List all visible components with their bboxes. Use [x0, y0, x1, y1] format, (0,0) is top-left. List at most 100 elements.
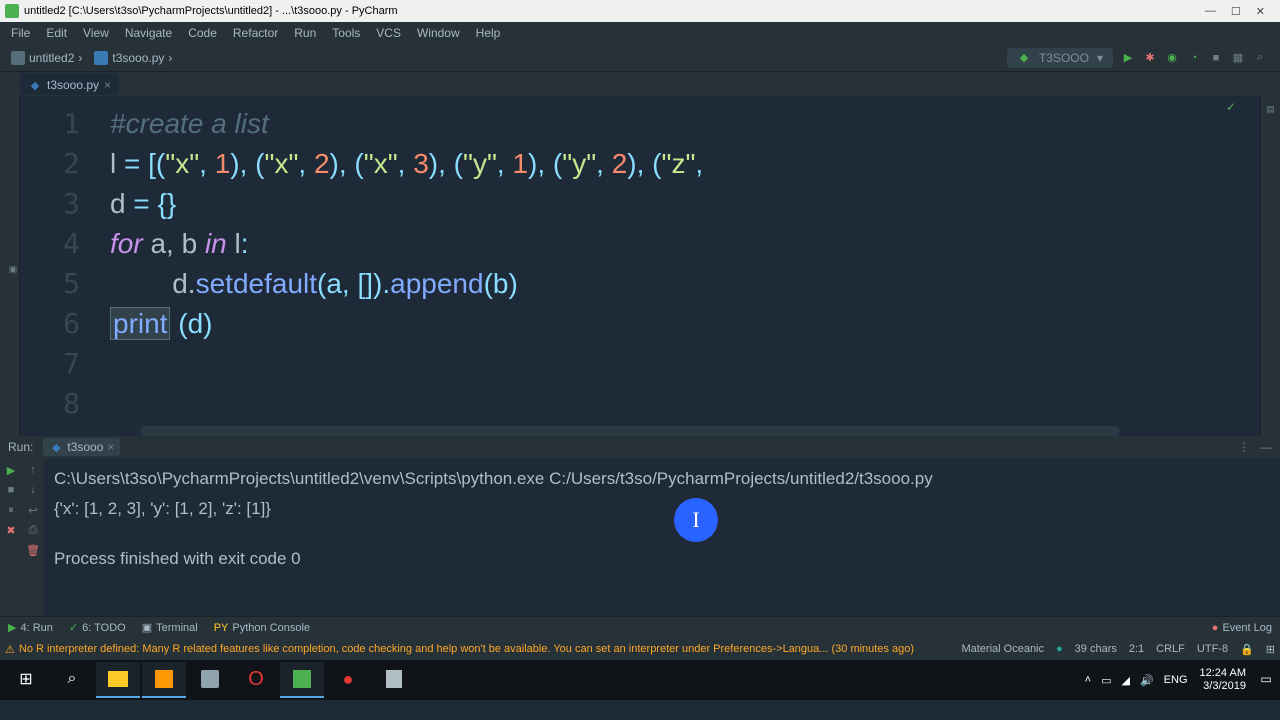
- window-title: untitled2 [C:\Users\t3so\PycharmProjects…: [24, 5, 1205, 17]
- search-icon[interactable]: ⌕: [1253, 51, 1267, 65]
- run-toolbar-left: ▶ ■ ⏸ ✖: [0, 458, 22, 616]
- menu-view[interactable]: View: [77, 24, 115, 42]
- tray-volume-icon[interactable]: 🔊: [1140, 674, 1154, 687]
- menu-vcs[interactable]: VCS: [370, 24, 407, 42]
- app-button[interactable]: [188, 662, 232, 698]
- menu-code[interactable]: Code: [182, 24, 223, 42]
- wrap-icon[interactable]: ↩: [26, 504, 40, 518]
- code-area[interactable]: #create a list l = [("x", 1), ("x", 2), …: [110, 96, 1260, 436]
- inspection-ok-icon[interactable]: ✓: [1226, 100, 1236, 114]
- stop-icon[interactable]: ■: [1209, 51, 1223, 65]
- status-enc[interactable]: UTF-8: [1197, 643, 1228, 655]
- right-tool-stripe: ▤: [1260, 96, 1280, 436]
- explorer-button[interactable]: [96, 662, 140, 698]
- menu-window[interactable]: Window: [411, 24, 466, 42]
- menu-run[interactable]: Run: [288, 24, 322, 42]
- left-tool-stripe: ▣: [0, 96, 20, 436]
- tool-run[interactable]: ▶4: Run: [0, 621, 61, 634]
- menu-edit[interactable]: Edit: [40, 24, 73, 42]
- down-icon[interactable]: ↓: [26, 484, 40, 498]
- tool-todo[interactable]: ✓6: TODO: [61, 621, 134, 634]
- menu-refactor[interactable]: Refactor: [227, 24, 284, 42]
- console-output[interactable]: C:\Users\t3so\PycharmProjects\untitled2\…: [44, 458, 1280, 616]
- status-eol[interactable]: CRLF: [1156, 643, 1185, 655]
- menu-navigate[interactable]: Navigate: [119, 24, 178, 42]
- menu-file[interactable]: File: [5, 24, 36, 42]
- tool-terminal[interactable]: ▣Terminal: [134, 621, 206, 634]
- run-icon[interactable]: ▶: [1121, 51, 1135, 65]
- lock-icon[interactable]: 🔒: [1240, 643, 1254, 656]
- breadcrumb-project[interactable]: untitled2 ›: [5, 49, 88, 67]
- run-toolbar-right: ↑ ↓ ↩ ⎙ 🗑: [22, 458, 44, 616]
- more-icon[interactable]: ⋮: [1238, 440, 1250, 454]
- close-icon[interactable]: ✖: [4, 524, 18, 538]
- status-right: Material Oceanic ● 39 chars 2:1 CRLF UTF…: [961, 643, 1275, 656]
- python-icon: ◆: [28, 78, 42, 92]
- line-number: 4: [20, 224, 80, 264]
- line-gutter: 1 2 3 4 5 6 7 8: [20, 96, 110, 436]
- run-body: ▶ ■ ⏸ ✖ ↑ ↓ ↩ ⎙ 🗑 C:\Users\t3so\PycharmP…: [0, 458, 1280, 616]
- status-pos: 2:1: [1129, 643, 1144, 655]
- run-process-tab[interactable]: ◆ t3sooo ×: [43, 438, 120, 456]
- minimize-icon[interactable]: —: [1205, 5, 1216, 18]
- breadcrumb-file[interactable]: t3sooo.py ›: [88, 49, 178, 67]
- sublime-button[interactable]: [142, 662, 186, 698]
- search-button[interactable]: ⌕: [50, 662, 94, 698]
- tray-chevron-icon[interactable]: ˄: [1085, 674, 1091, 686]
- event-log[interactable]: ●Event Log: [1204, 622, 1280, 634]
- run-tab-name: t3sooo: [67, 440, 103, 454]
- taskbar-clock[interactable]: 12:24 AM 3/3/2019: [1200, 667, 1246, 693]
- console-cmd: C:\Users\t3so\PycharmProjects\untitled2\…: [54, 464, 1270, 494]
- editor[interactable]: ✓ 1 2 3 4 5 6 7 8 #create a list l = [("…: [20, 96, 1260, 436]
- system-tray[interactable]: ˄ ▭ ◢ 🔊 ENG: [1085, 674, 1188, 687]
- breadcrumb-file-label: t3sooo.py: [112, 51, 164, 65]
- line-number: 8: [20, 384, 80, 424]
- line-number: 6: [20, 304, 80, 344]
- start-button[interactable]: ⊞: [4, 662, 48, 698]
- app-icon: [5, 4, 19, 18]
- project-tool-icon[interactable]: ▣: [9, 265, 19, 275]
- breadcrumb-project-label: untitled2: [29, 51, 74, 65]
- pause-icon[interactable]: ⏸: [4, 504, 18, 518]
- opera-button[interactable]: O: [234, 662, 278, 698]
- line-number: 1: [20, 104, 80, 144]
- clock-time: 12:24 AM: [1200, 667, 1246, 680]
- cog-icon[interactable]: ⊞: [1266, 643, 1275, 656]
- database-tool-icon[interactable]: ▤: [1266, 104, 1275, 115]
- main-area: ▣ ✓ 1 2 3 4 5 6 7 8 #create a list l = […: [0, 96, 1280, 436]
- minimize-panel-icon[interactable]: —: [1260, 440, 1272, 454]
- stop-icon[interactable]: ■: [4, 484, 18, 498]
- close-icon[interactable]: ✕: [1256, 5, 1265, 18]
- tray-wifi-icon[interactable]: ◢: [1122, 674, 1130, 687]
- run-config-dropdown[interactable]: ◆ T3SOOO ▾: [1007, 48, 1113, 68]
- close-tab-icon[interactable]: ×: [104, 78, 111, 92]
- maximize-icon[interactable]: ☐: [1231, 5, 1241, 18]
- status-theme[interactable]: Material Oceanic: [961, 643, 1044, 655]
- horizontal-scrollbar[interactable]: [140, 426, 1120, 436]
- tool-python-console[interactable]: PYPython Console: [206, 622, 318, 634]
- menu-help[interactable]: Help: [470, 24, 507, 42]
- layout-icon[interactable]: ▦: [1231, 51, 1245, 65]
- notepad-button[interactable]: [372, 662, 416, 698]
- status-warning[interactable]: ⚠ No R interpreter defined: Many R relat…: [5, 643, 951, 656]
- notifications-button[interactable]: ▭: [1256, 662, 1276, 698]
- editor-tab[interactable]: ◆ t3sooo.py ×: [20, 73, 119, 95]
- coverage-icon[interactable]: ◉: [1165, 51, 1179, 65]
- rerun-icon[interactable]: ▶: [4, 464, 18, 478]
- up-icon[interactable]: ↑: [26, 464, 40, 478]
- tray-battery-icon[interactable]: ▭: [1101, 674, 1111, 687]
- profile-icon[interactable]: ◔: [1187, 51, 1201, 65]
- debug-icon[interactable]: ✱: [1143, 51, 1157, 65]
- menu-tools[interactable]: Tools: [326, 24, 366, 42]
- close-icon[interactable]: ×: [107, 440, 114, 454]
- tray-ime[interactable]: ENG: [1164, 674, 1188, 686]
- windows-taskbar: ⊞ ⌕ O ● ˄ ▭ ◢ 🔊 ENG 12:24 AM 3/3/2019 ▭: [0, 660, 1280, 700]
- trash-icon[interactable]: 🗑: [26, 544, 40, 558]
- editor-tabbar: ◆ t3sooo.py ×: [0, 72, 1280, 96]
- line-number: 7: [20, 344, 80, 384]
- console-exit: Process finished with exit code 0: [54, 544, 1270, 574]
- line-number: 5: [20, 264, 80, 304]
- pycharm-button[interactable]: [280, 662, 324, 698]
- record-button[interactable]: ●: [326, 662, 370, 698]
- print-icon[interactable]: ⎙: [26, 524, 40, 538]
